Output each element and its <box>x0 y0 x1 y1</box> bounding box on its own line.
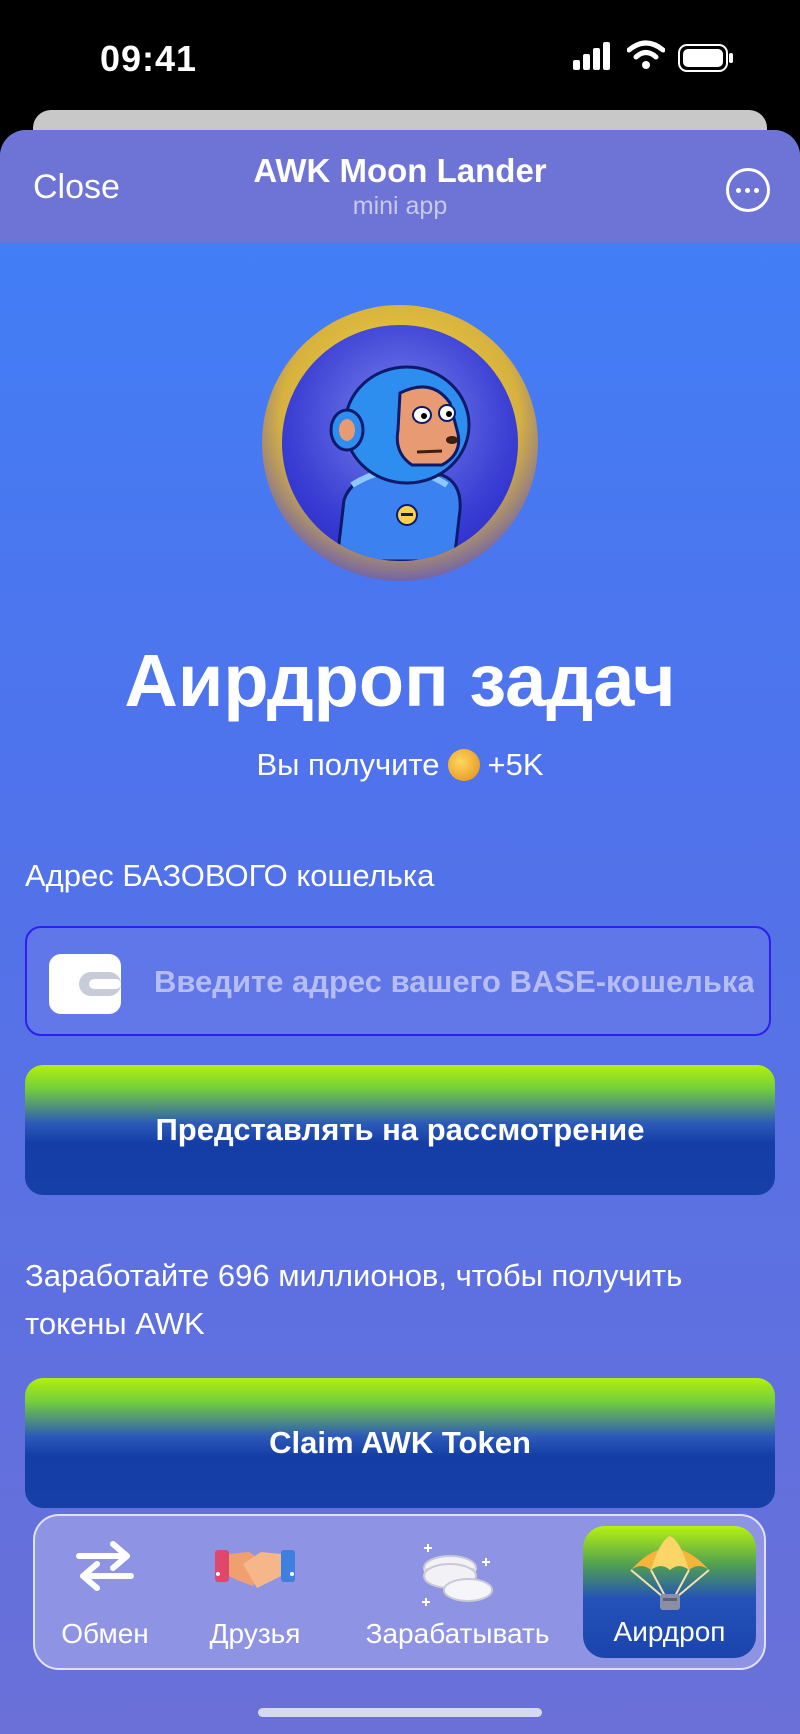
app-header: Close AWK Moon Lander mini app <box>0 130 800 243</box>
wallet-address-input[interactable] <box>152 956 756 1008</box>
battery-icon <box>678 44 733 72</box>
tab-airdrop[interactable]: Аирдроп <box>583 1526 756 1658</box>
app-subtitle: mini app <box>352 192 448 220</box>
reward-amount: +5K <box>487 747 544 782</box>
claim-token-button[interactable]: Claim AWK Token <box>25 1378 775 1508</box>
mini-app-sheet: Close AWK Moon Lander mini app Аирдроп з… <box>0 130 800 1734</box>
wallet-address-field[interactable] <box>25 926 771 1036</box>
moon-coin-icon <box>447 748 480 781</box>
reward-info: Вы получите +5K <box>0 747 800 783</box>
tab-earn-label: Зарабатывать <box>365 1618 550 1649</box>
tab-exchange-label: Обмен <box>61 1618 149 1649</box>
exchange-arrows-icon <box>76 1541 134 1591</box>
tab-friends[interactable]: Друзья <box>200 1516 310 1668</box>
parachute-icon <box>629 1536 710 1610</box>
wallet-icon <box>49 954 121 1014</box>
handshake-icon <box>215 1550 295 1588</box>
ape-astronaut-icon <box>282 325 518 561</box>
earn-info-text: Заработайте 696 миллионов, чтобы получит… <box>25 1258 683 1341</box>
wifi-icon <box>627 40 665 69</box>
app-title: AWK Moon Lander <box>253 152 547 189</box>
tab-earn[interactable]: Зарабатывать <box>355 1516 560 1668</box>
tab-friends-label: Друзья <box>209 1618 301 1649</box>
home-indicator[interactable] <box>258 1708 542 1717</box>
mascot-avatar <box>262 305 538 581</box>
status-bar: 09:41 <box>0 0 800 110</box>
coins-stack-icon <box>421 1544 493 1606</box>
status-time: 09:41 <box>100 38 198 79</box>
submit-button[interactable]: Представлять на рассмотрение <box>25 1065 775 1195</box>
tab-exchange[interactable]: Обмен <box>55 1516 155 1668</box>
page-heading: Аирдроп задач <box>124 639 676 722</box>
more-options-icon[interactable] <box>726 168 770 212</box>
wallet-address-label: Адрес БАЗОВОГО кошелька <box>25 858 435 893</box>
bottom-tab-bar: Обмен Друзья Зарабатывать Аирдроп <box>33 1514 766 1670</box>
cellular-signal-icon <box>573 42 610 70</box>
tab-airdrop-label: Аирдроп <box>613 1616 726 1647</box>
reward-prefix: Вы получите <box>256 747 440 782</box>
